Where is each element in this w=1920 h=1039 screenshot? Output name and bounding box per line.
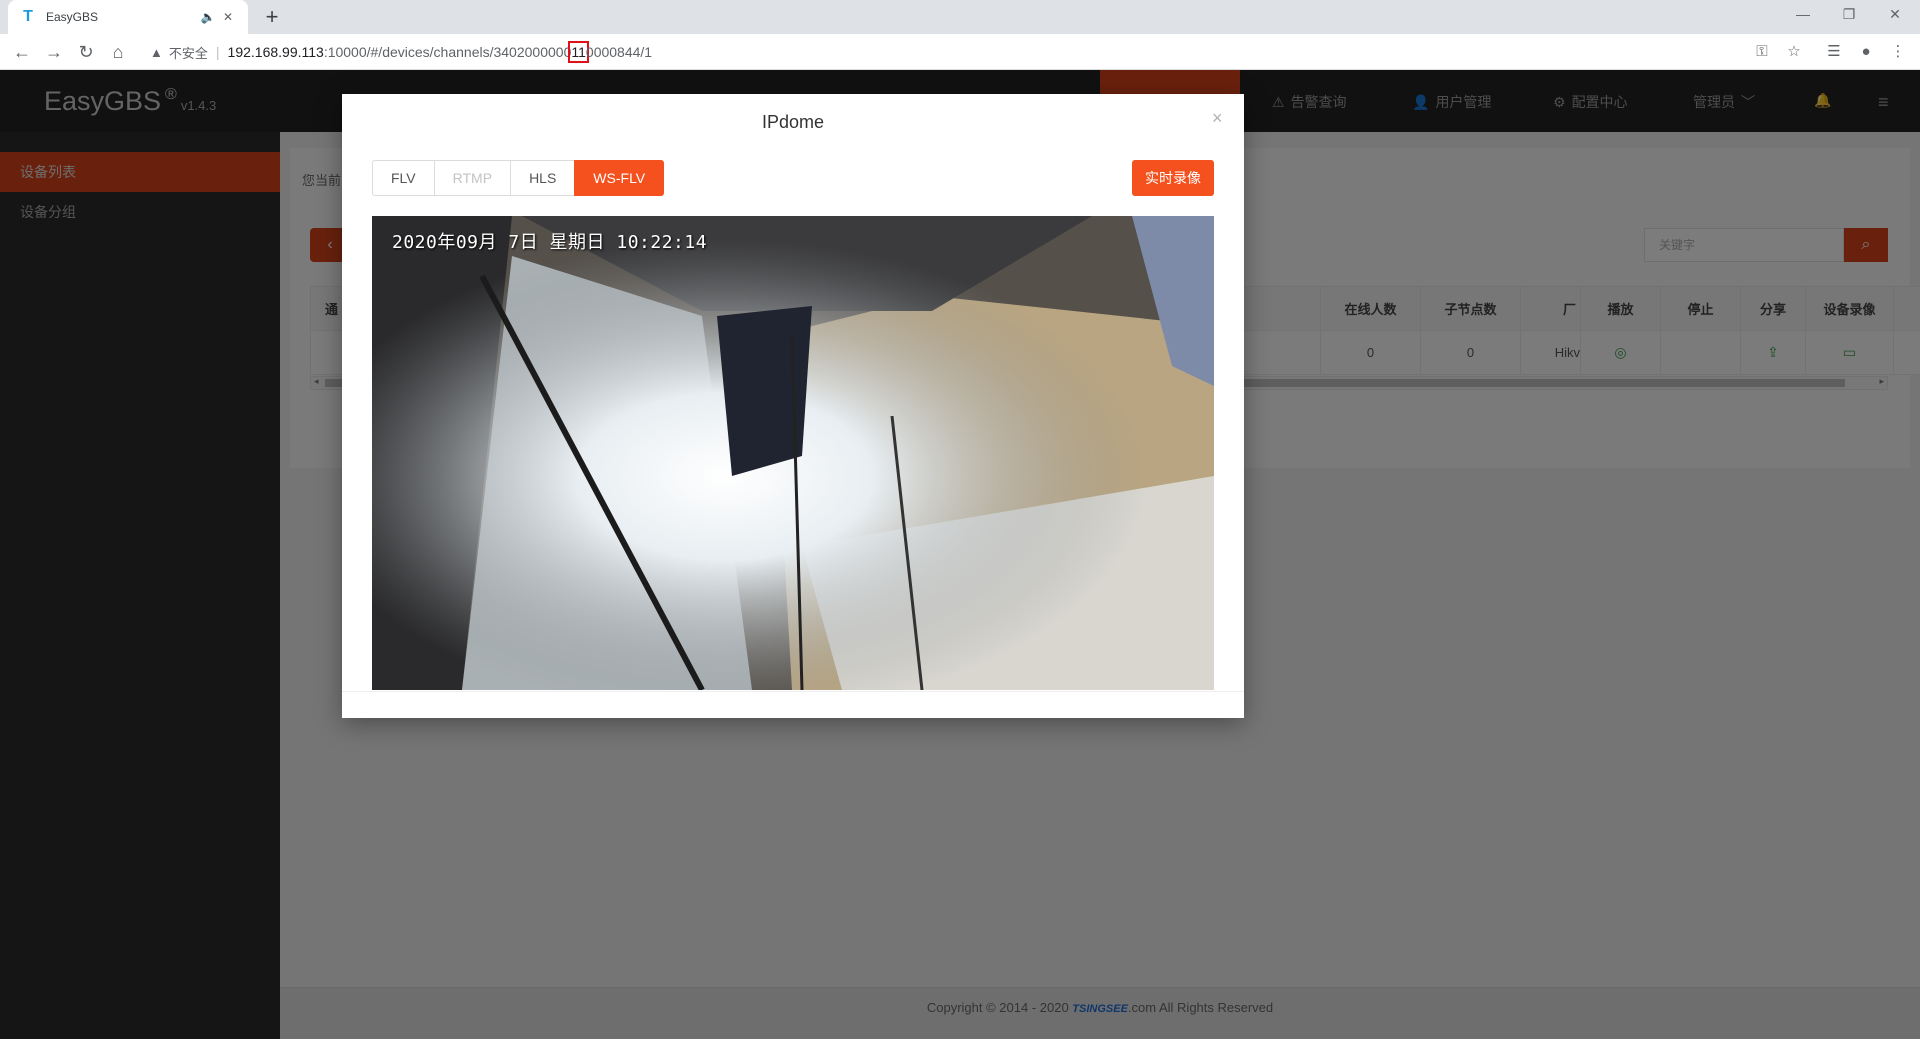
modal-footer-divider [342,691,1244,692]
browser-toolbar: ← → ↻ ⌂ ▲ 不安全 | 192.168.99.113 :10000/#/… [0,34,1920,70]
protocol-rtmp-button[interactable]: RTMP [433,160,512,196]
easygbs-favicon-icon: T [23,8,33,25]
warning-icon[interactable]: ▲ [150,45,163,60]
video-timestamp-overlay: 2020年09月 7日 星期日 10:22:14 [392,232,708,253]
star-icon[interactable]: ☆ [1780,38,1808,66]
speaker-icon[interactable]: 🔈 [198,10,218,24]
window-close-icon[interactable]: ✕ [1872,0,1918,30]
account-icon[interactable]: ● [1852,38,1880,66]
protocol-wsflv-button[interactable]: WS-FLV [574,160,665,196]
url-path-tail: 0000844/1 [585,44,653,60]
camera-frame-image [372,216,1214,690]
url-path: :10000/#/devices/channels/3402000000 [323,44,572,60]
browser-tab[interactable]: T EasyGBS 🔈 ✕ [8,0,248,34]
browser-tabstrip: T EasyGBS 🔈 ✕ + — ❐ ✕ [0,0,1920,34]
modal-close-icon[interactable]: × [1212,108,1223,129]
url-host: 192.168.99.113 [227,44,324,60]
home-icon[interactable]: ⌂ [104,38,132,66]
restore-icon[interactable]: ❐ [1826,0,1872,30]
protocol-hls-button[interactable]: HLS [510,160,576,196]
url-highlight: 11 [568,41,589,63]
player-modal: IPdome × FLV RTMP HLS WS-FLV 实时录像 2020年0… [342,94,1244,718]
media-list-icon[interactable]: ☰ [1820,38,1848,66]
new-tab-button[interactable]: + [258,4,286,32]
key-icon[interactable]: ⚿ [1748,38,1776,66]
live-record-button[interactable]: 实时录像 [1132,160,1214,196]
minimize-icon[interactable]: — [1780,0,1826,30]
modal-title: IPdome [761,112,825,132]
reload-icon[interactable]: ↻ [72,38,100,66]
back-icon[interactable]: ← [8,38,36,66]
forward-icon[interactable]: → [40,38,68,66]
address-bar[interactable]: ▲ 不安全 | 192.168.99.113 :10000/#/devices/… [138,38,1780,66]
browser-menu-icon[interactable]: ⋮ [1884,38,1912,66]
tab-title: EasyGBS [46,10,99,24]
protocol-switch: FLV RTMP HLS WS-FLV [372,160,665,196]
video-player[interactable]: 2020年09月 7日 星期日 10:22:14 [372,216,1214,690]
url-separator: | [215,44,220,60]
tab-close-icon[interactable]: ✕ [218,10,238,24]
protocol-flv-button[interactable]: FLV [372,160,435,196]
security-label: 不安全 [168,45,208,61]
